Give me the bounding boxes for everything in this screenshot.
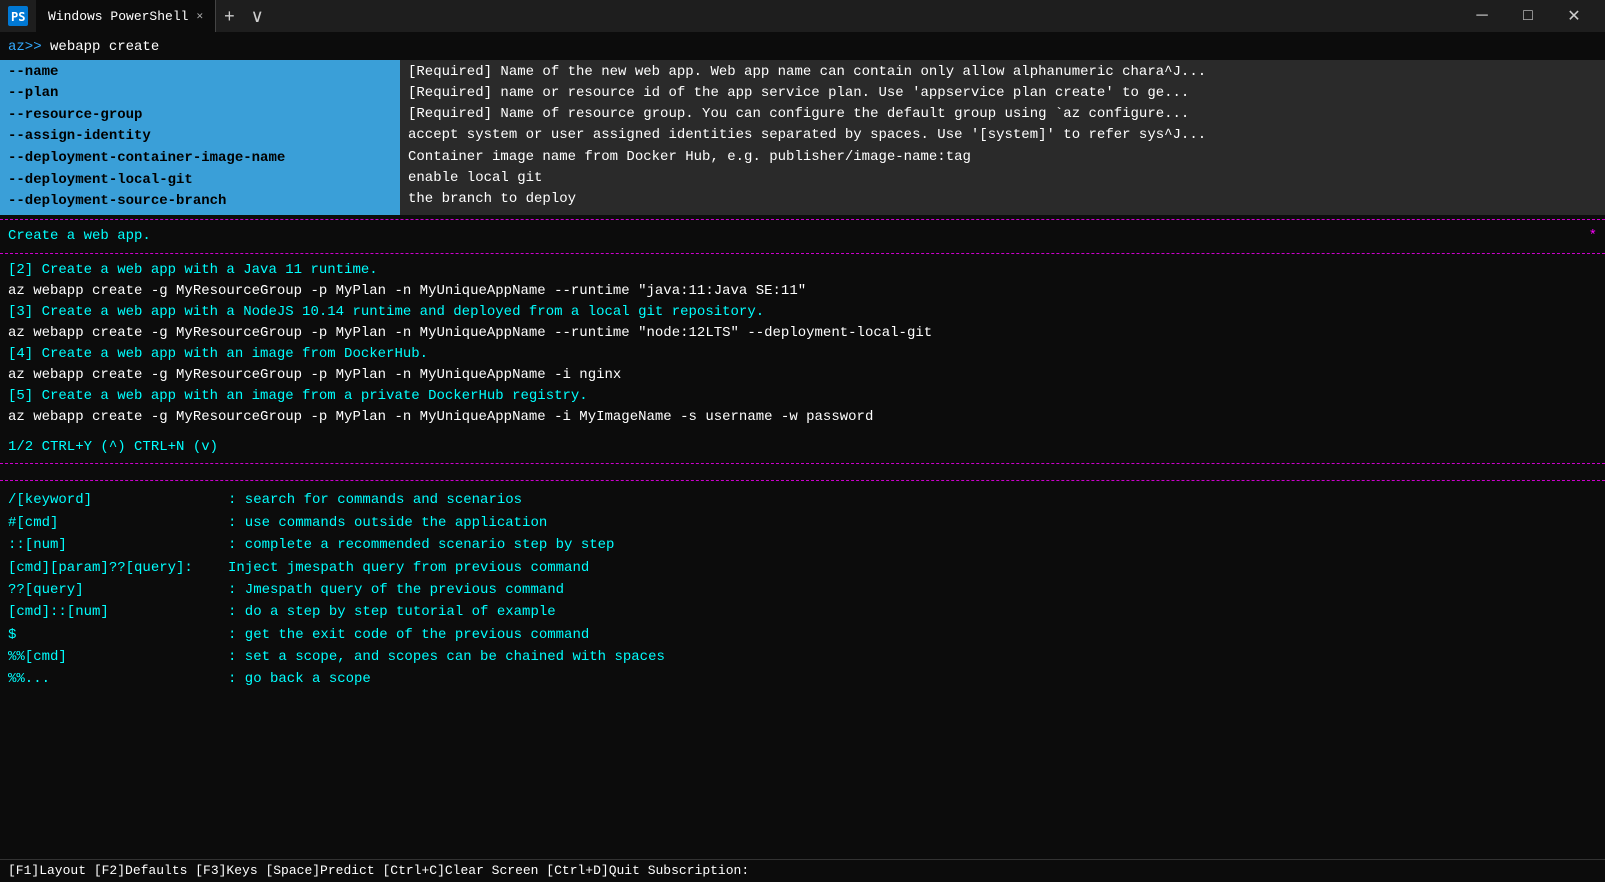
help-key-5: [cmd]::[num] — [8, 601, 228, 623]
titlebar: PS Windows PowerShell ✕ + ∨ ─ □ ✕ — [0, 0, 1605, 32]
ac-desc-5: enable local git — [408, 168, 1597, 188]
autocomplete-descriptions: [Required] Name of the new web app. Web … — [400, 60, 1605, 215]
close-button[interactable]: ✕ — [1551, 0, 1597, 32]
divider-4 — [0, 480, 1605, 481]
description-title: Create a web app. — [8, 226, 151, 247]
help-item-1: #[cmd]: use commands outside the applica… — [8, 512, 1597, 534]
example-command-0: az webapp create -g MyResourceGroup -p M… — [8, 281, 1597, 302]
help-item-8: %%...: go back a scope — [8, 668, 1597, 690]
help-item-5: [cmd]::[num]: do a step by step tutorial… — [8, 601, 1597, 623]
example-label-3: [5] Create a web app with an image from … — [8, 386, 1597, 407]
ac-desc-0: [Required] Name of the new web app. Web … — [408, 62, 1597, 82]
help-desc-7: : set a scope, and scopes can be chained… — [228, 646, 665, 668]
example-command-1: az webapp create -g MyResourceGroup -p M… — [8, 323, 1597, 344]
help-key-8: %%... — [8, 668, 228, 690]
ac-desc-4: Container image name from Docker Hub, e.… — [408, 147, 1597, 167]
help-item-2: ::[num]: complete a recommended scenario… — [8, 534, 1597, 556]
divider-1 — [0, 219, 1605, 220]
ac-desc-2: [Required] Name of resource group. You c… — [408, 104, 1597, 124]
app-icon: PS — [8, 6, 28, 26]
help-key-3: [cmd][param]??[query]: — [8, 557, 228, 579]
example-label-1: [3] Create a web app with a NodeJS 10.14… — [8, 302, 1597, 323]
help-desc-1: : use commands outside the application — [228, 512, 547, 534]
tab-close-icon[interactable]: ✕ — [196, 9, 203, 23]
divider-3 — [0, 463, 1605, 464]
help-desc-2: : complete a recommended scenario step b… — [228, 534, 614, 556]
help-item-3: [cmd][param]??[query]:Inject jmespath qu… — [8, 557, 1597, 579]
ac-item---resource-group[interactable]: --resource-group — [0, 105, 400, 127]
help-item-0: /[keyword]: search for commands and scen… — [8, 489, 1597, 511]
examples-section: [2] Create a web app with a Java 11 runt… — [0, 258, 1605, 430]
example-command-2: az webapp create -g MyResourceGroup -p M… — [8, 365, 1597, 386]
help-item-7: %%[cmd]: set a scope, and scopes can be … — [8, 646, 1597, 668]
ac-item---deployment-container-image-name[interactable]: --deployment-container-image-name — [0, 148, 400, 170]
ac-desc-6: the branch to deploy — [408, 189, 1597, 209]
description-section: Create a web app. * — [0, 224, 1605, 249]
help-key-7: %%[cmd] — [8, 646, 228, 668]
help-section: /[keyword]: search for commands and scen… — [0, 485, 1605, 695]
help-key-1: #[cmd] — [8, 512, 228, 534]
pager-section: 1/2 CTRL+Y (^) CTRL+N (v) — [0, 436, 1605, 460]
status-bar-text: [F1]Layout [F2]Defaults [F3]Keys [Space]… — [8, 863, 749, 878]
help-desc-0: : search for commands and scenarios — [228, 489, 522, 511]
terminal[interactable]: az>> webapp create --name--plan--resourc… — [0, 32, 1605, 882]
autocomplete-panel: --name--plan--resource-group--assign-ide… — [0, 60, 1605, 215]
ac-item---deployment-local-git[interactable]: --deployment-local-git — [0, 170, 400, 192]
help-key-0: /[keyword] — [8, 489, 228, 511]
ac-desc-1: [Required] name or resource id of the ap… — [408, 83, 1597, 103]
tab-label: Windows PowerShell — [48, 9, 188, 24]
autocomplete-list[interactable]: --name--plan--resource-group--assign-ide… — [0, 60, 400, 215]
ac-desc-3: accept system or user assigned identitie… — [408, 125, 1597, 145]
minimize-button[interactable]: ─ — [1459, 0, 1505, 32]
help-desc-4: : Jmespath query of the previous command — [228, 579, 564, 601]
divider-2 — [0, 253, 1605, 254]
help-key-4: ??[query] — [8, 579, 228, 601]
help-item-6: $: get the exit code of the previous com… — [8, 624, 1597, 646]
help-key-6: $ — [8, 624, 228, 646]
ac-item---assign-identity[interactable]: --assign-identity — [0, 126, 400, 148]
prompt-prefix: az>> — [8, 39, 42, 55]
tab-powershell[interactable]: Windows PowerShell ✕ — [36, 0, 216, 32]
help-desc-3: Inject jmespath query from previous comm… — [228, 557, 589, 579]
example-command-3: az webapp create -g MyResourceGroup -p M… — [8, 407, 1597, 428]
description-star: * — [1589, 226, 1597, 247]
add-tab-button[interactable]: + — [216, 6, 243, 27]
example-label-0: [2] Create a web app with a Java 11 runt… — [8, 260, 1597, 281]
prompt-command: webapp create — [42, 39, 160, 55]
example-label-2: [4] Create a web app with an image from … — [8, 344, 1597, 365]
maximize-button[interactable]: □ — [1505, 0, 1551, 32]
tab-dropdown-button[interactable]: ∨ — [243, 6, 272, 27]
status-bar: [F1]Layout [F2]Defaults [F3]Keys [Space]… — [0, 859, 1605, 882]
prompt-line: az>> webapp create — [0, 36, 1605, 60]
tab-bar: Windows PowerShell ✕ + ∨ — [36, 0, 272, 32]
pager-text: 1/2 CTRL+Y (^) CTRL+N (v) — [8, 439, 218, 455]
ac-item---plan[interactable]: --plan — [0, 83, 400, 105]
help-desc-8: : go back a scope — [228, 668, 371, 690]
help-desc-6: : get the exit code of the previous comm… — [228, 624, 589, 646]
window-controls: ─ □ ✕ — [1459, 0, 1597, 32]
help-desc-5: : do a step by step tutorial of example — [228, 601, 556, 623]
ac-item---name[interactable]: --name — [0, 62, 400, 84]
ac-item---deployment-source-branch[interactable]: --deployment-source-branch — [0, 191, 400, 213]
help-key-2: ::[num] — [8, 534, 228, 556]
svg-text:PS: PS — [11, 10, 25, 24]
help-item-4: ??[query]: Jmespath query of the previou… — [8, 579, 1597, 601]
